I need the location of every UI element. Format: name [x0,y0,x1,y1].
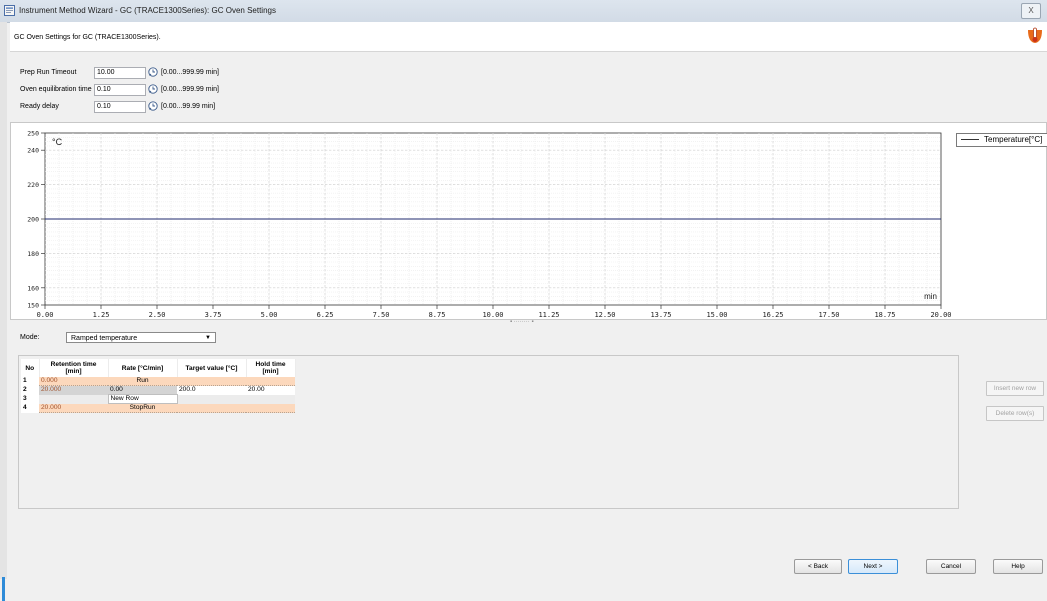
x-tick-label: 20.00 [930,311,951,319]
page-header-text: GC Oven Settings for GC (TRACE1300Series… [14,34,161,41]
x-tick-label: 18.75 [874,311,895,319]
column-header-target: Target value [°C] [177,359,247,377]
x-tick-label: 0.00 [37,311,54,319]
table-header-row: No Retention time [min] Rate [°C/min] Ta… [21,359,296,377]
column-header-hold: Hold time [min] [246,359,296,377]
dropdown-arrow-icon[interactable]: ▼ [205,333,211,344]
oven-settings-fields: Prep Run Timeout 10.00 [0.00...999.99 mi… [10,52,1047,118]
table-row[interactable]: 1 0.000 Run [21,377,295,386]
x-axis-label: min [924,292,937,301]
wizard-icon [4,5,15,16]
x-tick-label: 16.25 [762,311,783,319]
hold-cell[interactable]: 20.00 [246,385,295,395]
x-tick-label: 5.00 [261,311,278,319]
cancel-button[interactable]: Cancel [926,559,976,574]
x-tick-label: 13.75 [650,311,671,319]
table-row[interactable]: 2 20.000 0.00 200.0 20.00 [21,385,295,395]
chart-legend: Temperature[°C] [956,133,1047,147]
close-button[interactable]: X [1021,3,1041,19]
x-tick-label: 1.25 [93,311,110,319]
rate-cell[interactable]: Run [108,377,177,386]
rate-cell[interactable]: New Row [107,394,178,404]
row-number: 1 [21,377,39,386]
clock-icon[interactable] [148,101,158,111]
x-tick-label: 17.50 [818,311,839,319]
target-cell[interactable]: 200.0 [177,385,246,395]
next-button[interactable]: Next > [848,559,898,574]
x-tick-label: 15.00 [706,311,727,319]
x-tick-label: 7.50 [373,311,390,319]
y-tick-label: 200 [27,216,39,224]
ready-delay-label: Ready delay [20,103,59,110]
insert-new-row-button[interactable]: Insert new row [986,381,1044,396]
x-tick-label: 6.25 [317,311,334,319]
x-tick-label: 2.50 [149,311,166,319]
ready-delay-range: [0.00...99.99 min] [161,103,216,110]
table-row[interactable]: 4 20.000 StopRun [21,403,295,413]
ramp-table: No Retention time [min] Rate [°C/min] Ta… [21,359,296,413]
x-tick-label: 11.25 [538,311,559,319]
retention-cell[interactable]: 20.000 [39,385,108,395]
y-tick-label: 250 [27,130,39,138]
window-title: Instrument Method Wizard - GC (TRACE1300… [19,6,276,15]
rate-cell[interactable]: 0.00 [108,385,177,395]
table-row[interactable]: 3 New Row [21,394,295,404]
y-tick-label: 180 [27,250,39,258]
prep-run-timeout-range: [0.00...999.99 min] [161,69,219,76]
delete-rows-button[interactable]: Delete row(s) [986,406,1044,421]
oven-equilibration-label: Oven equilibration time [20,86,92,93]
target-cell[interactable] [177,403,246,413]
y-tick-label: 240 [27,147,39,155]
title-bar: Instrument Method Wizard - GC (TRACE1300… [0,0,1047,23]
column-header-rate: Rate [°C/min] [108,359,178,377]
left-strip-accent [2,577,5,601]
help-button[interactable]: Help [993,559,1043,574]
temperature-chart-panel: 0.00 1.25 2.50 3.75 5.00 6.25 7.50 8.75 10.00 11.… [10,122,1047,320]
retention-cell[interactable]: 0.000 [39,377,108,386]
x-tick-label: 12.50 [594,311,615,319]
row-number: 4 [21,403,39,413]
target-cell[interactable] [177,377,246,386]
row-number: 3 [21,394,39,404]
y-tick-label: 220 [27,181,39,189]
retention-cell[interactable]: 20.000 [39,403,108,413]
oven-equilibration-range: [0.00...999.99 min] [161,86,219,93]
thermometer-logo-icon [1025,26,1045,46]
rate-cell[interactable]: StopRun [108,403,177,413]
prep-run-timeout-input[interactable]: 10.00 [94,67,146,79]
retention-cell[interactable] [39,394,108,404]
hold-cell[interactable] [246,403,295,413]
column-header-retention: Retention time [min] [39,359,109,377]
row-number: 2 [21,385,39,395]
page-header: GC Oven Settings for GC (TRACE1300Series… [10,22,1047,52]
x-tick-label: 3.75 [205,311,222,319]
back-button[interactable]: < Back [794,559,842,574]
temperature-chart: 0.00 1.25 2.50 3.75 5.00 6.25 7.50 8.75 10.00 11.… [27,130,951,320]
mode-dropdown[interactable]: Ramped temperature ▼ [66,332,216,343]
mode-dropdown-value: Ramped temperature [71,335,138,342]
mode-label: Mode: [20,334,40,341]
x-tick-label: 8.75 [429,311,446,319]
legend-line [961,139,979,140]
left-strip [0,22,7,601]
ready-delay-input[interactable]: 0.10 [94,101,146,113]
y-tick-label: 150 [27,302,39,310]
splitter-handle[interactable]: ▪ ········ ▪ [510,319,534,325]
x-tick-label: 10.00 [482,311,503,319]
ramp-table-panel: No Retention time [min] Rate [°C/min] Ta… [18,355,959,509]
y-axis-label: °C [52,137,63,147]
column-header-no: No [21,359,40,377]
hold-cell[interactable] [246,394,295,404]
target-cell[interactable] [177,394,246,404]
clock-icon[interactable] [148,84,158,94]
hold-cell[interactable] [246,377,295,386]
y-tick-label: 160 [27,284,39,292]
oven-equilibration-input[interactable]: 0.10 [94,84,146,96]
clock-icon[interactable] [148,67,158,77]
prep-run-timeout-label: Prep Run Timeout [20,69,77,76]
legend-label: Temperature[°C] [984,135,1043,144]
